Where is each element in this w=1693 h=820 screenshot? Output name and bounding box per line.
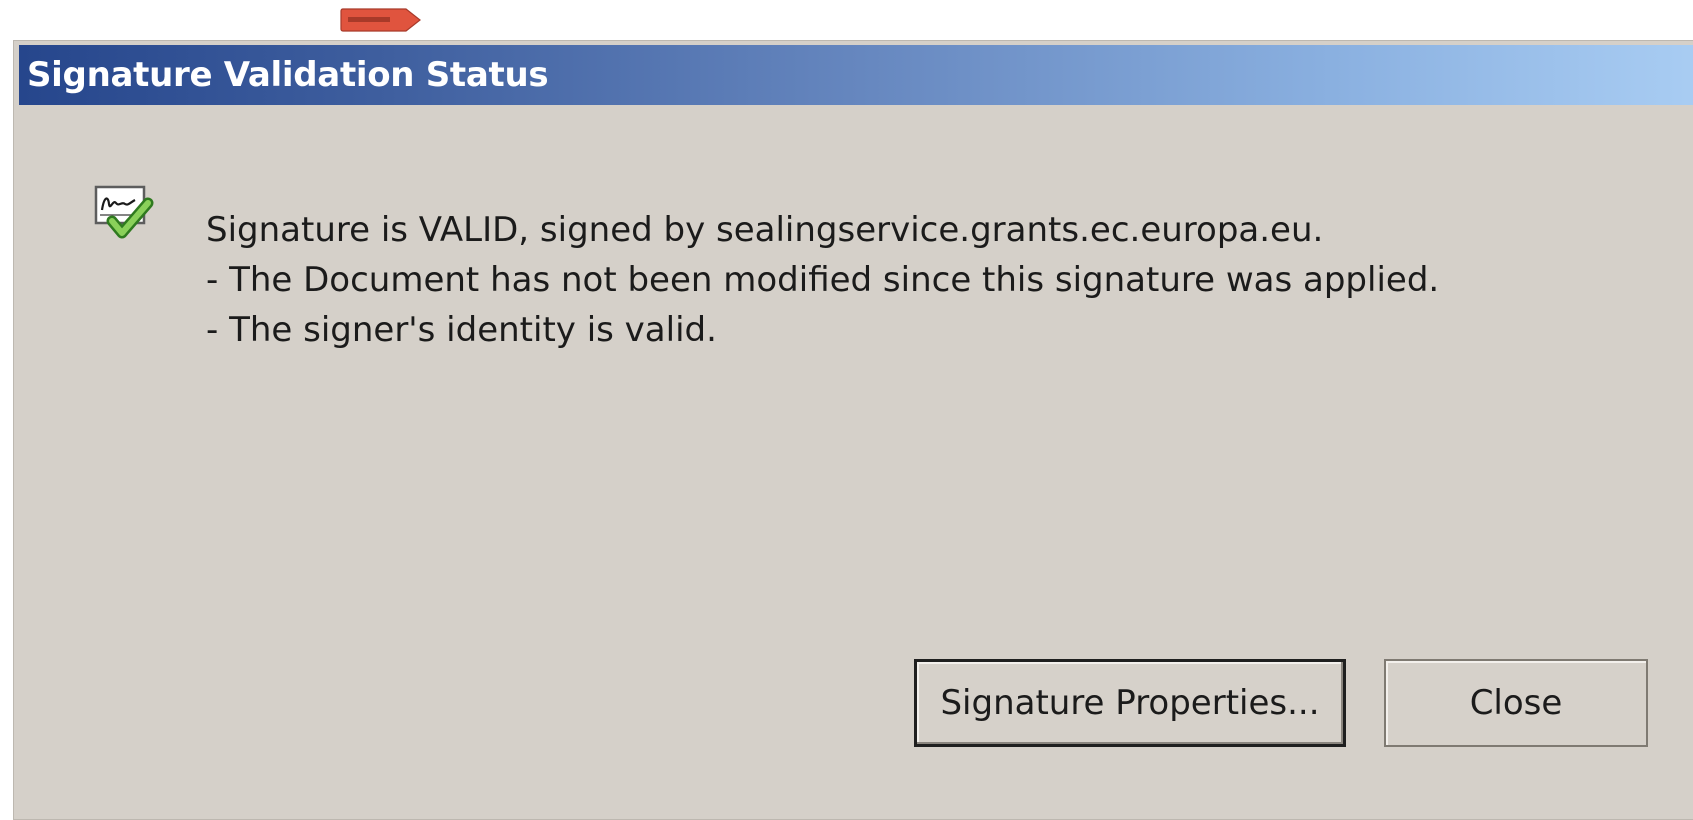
validation-detail-unmodified: - The Document has not been modified sin… — [206, 260, 1440, 300]
dialog-title: Signature Validation Status — [27, 55, 549, 95]
dialog-titlebar[interactable]: Signature Validation Status — [19, 45, 1693, 105]
validation-detail-identity: - The signer's identity is valid. — [206, 310, 717, 350]
validation-message: Signature is VALID, signed by sealingser… — [206, 205, 1439, 355]
signature-valid-icon — [94, 185, 154, 239]
signature-properties-button[interactable]: Signature Properties... — [914, 659, 1346, 747]
sign-here-tag-icon — [340, 8, 421, 32]
signature-validation-dialog: Signature Validation Status Signature is… — [13, 40, 1693, 820]
close-button[interactable]: Close — [1384, 659, 1648, 747]
validation-status-line: Signature is VALID, signed by sealingser… — [206, 210, 1324, 250]
